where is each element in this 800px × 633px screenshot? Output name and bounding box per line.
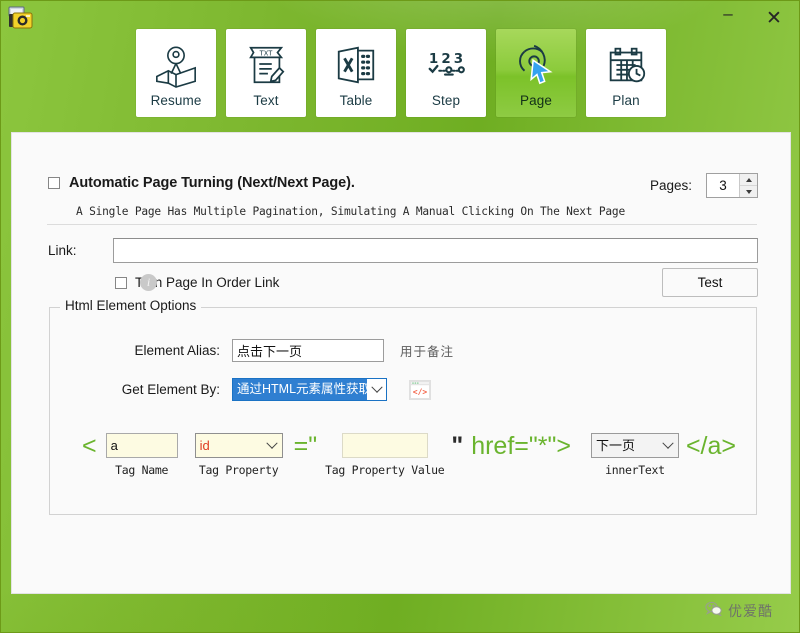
tag-property-value: id <box>199 438 210 453</box>
tab-page[interactable]: Page <box>496 29 576 117</box>
svg-text:3: 3 <box>454 52 463 67</box>
pages-stepper[interactable]: 3 <box>706 173 758 198</box>
tab-table[interactable]: Table <box>316 29 396 117</box>
txt-document-icon: TXT <box>243 37 289 93</box>
test-button[interactable]: Test <box>662 268 758 297</box>
tab-text[interactable]: TXT Text <box>226 29 306 117</box>
svg-text:1: 1 <box>429 52 438 67</box>
tab-label: Page <box>520 93 552 108</box>
chevron-down-icon <box>263 437 282 450</box>
info-icon[interactable]: i <box>140 274 157 291</box>
tag-property-caption: Tag Property <box>198 463 279 477</box>
link-label: Link: <box>48 243 77 258</box>
close-tag-symbol: </a> <box>685 432 737 460</box>
svg-text:</>: </> <box>413 387 428 396</box>
excel-table-icon <box>333 37 379 93</box>
html-element-options-legend: Html Element Options <box>60 298 202 313</box>
pages-control: Pages: 3 <box>650 173 758 198</box>
wechat-logo-icon <box>705 601 723 621</box>
href-symbol: href="*"> <box>471 432 571 460</box>
watermark-text: 优爱酷 <box>728 604 773 620</box>
tab-resume[interactable]: Resume <box>136 29 216 117</box>
click-ripple-cursor-icon <box>513 37 559 93</box>
tag-name-field: Tag Name <box>105 433 178 477</box>
pages-increment-button[interactable] <box>740 174 757 186</box>
get-element-by-label: Get Element By: <box>121 382 220 397</box>
tab-step[interactable]: 1 2 3 Step <box>406 29 486 117</box>
inner-text-field: 下一页 innerText <box>590 433 679 477</box>
application-window: – ✕ Resume TXT Text Table 1 2 3 Step Pag… <box>0 0 800 633</box>
camera-icon <box>6 4 36 32</box>
calendar-clock-icon <box>603 37 649 93</box>
inner-text-dropdown[interactable]: 下一页 <box>590 433 679 458</box>
pages-label: Pages: <box>649 178 692 193</box>
link-input[interactable] <box>113 238 758 263</box>
svg-text:2: 2 <box>441 52 450 67</box>
auto-page-turning-subtitle: A Single Page Has Multiple Pagination, S… <box>76 205 625 218</box>
svg-text:TXT: TXT <box>259 49 274 57</box>
link-row: Link: <box>48 238 758 263</box>
get-element-by-value: 通过HTML元素属性获取 <box>233 379 367 400</box>
chevron-down-icon <box>367 379 386 400</box>
pages-stepper-arrows <box>739 174 757 197</box>
divider <box>47 224 757 225</box>
tab-label: Step <box>431 93 461 108</box>
tag-builder: < Tag Name id Tag Property =" Tag Proper… <box>82 433 736 477</box>
map-pin-icon <box>153 37 199 93</box>
tab-label: Plan <box>612 93 640 108</box>
turn-in-order-checkbox[interactable] <box>115 276 127 289</box>
element-alias-input[interactable] <box>232 339 384 362</box>
tag-property-field: id Tag Property <box>194 433 283 477</box>
close-quote-symbol: " <box>451 432 464 460</box>
equals-quote: =" <box>294 433 317 459</box>
chevron-down-icon <box>659 437 678 450</box>
element-alias-row: Element Alias: 用于备注 <box>100 339 454 362</box>
tag-property-dropdown[interactable]: id <box>194 433 283 458</box>
close-tag: </a> <box>686 433 736 459</box>
element-alias-label: Element Alias: <box>134 343 220 358</box>
watermark: 优爱酷 <box>705 601 773 621</box>
get-element-by-row: Get Element By: 通过HTML元素属性获取 </> <box>100 378 431 401</box>
auto-page-turning-checkbox[interactable] <box>48 177 60 189</box>
inner-text-value: 下一页 <box>595 438 635 453</box>
page-settings-panel: Automatic Page Turning (Next/Next Page).… <box>11 132 791 594</box>
auto-page-turning-row: Automatic Page Turning (Next/Next Page). <box>48 175 355 191</box>
tag-property-value-field: Tag Property Value <box>325 433 445 477</box>
inner-text-caption: innerText <box>605 463 665 477</box>
auto-page-turning-label: Automatic Page Turning (Next/Next Page). <box>69 175 355 191</box>
equals-quote-symbol: =" <box>293 432 318 460</box>
tag-property-value-input[interactable] <box>341 433 428 458</box>
steps-123-icon: 1 2 3 <box>423 37 469 93</box>
tab-label: Resume <box>150 93 202 108</box>
tag-name-caption: Tag Name <box>115 463 169 477</box>
close-quote: " <box>451 433 463 459</box>
open-bracket-symbol: < <box>82 432 97 460</box>
element-alias-hint: 用于备注 <box>400 344 455 359</box>
tag-name-input[interactable] <box>105 433 178 458</box>
open-bracket: < <box>82 433 97 459</box>
tab-plan[interactable]: Plan <box>586 29 666 117</box>
get-element-by-dropdown[interactable]: 通过HTML元素属性获取 <box>232 378 387 401</box>
href-part: href="*"> <box>471 433 571 459</box>
tab-label: Text <box>253 93 279 108</box>
pages-value[interactable]: 3 <box>707 174 739 197</box>
pages-decrement-button[interactable] <box>740 186 757 197</box>
tab-label: Table <box>339 93 373 108</box>
main-toolbar: Resume TXT Text Table 1 2 3 Step Page Pl… <box>1 29 799 122</box>
tag-property-value-caption: Tag Property Value <box>325 463 445 477</box>
code-window-icon[interactable]: </> <box>409 379 431 400</box>
